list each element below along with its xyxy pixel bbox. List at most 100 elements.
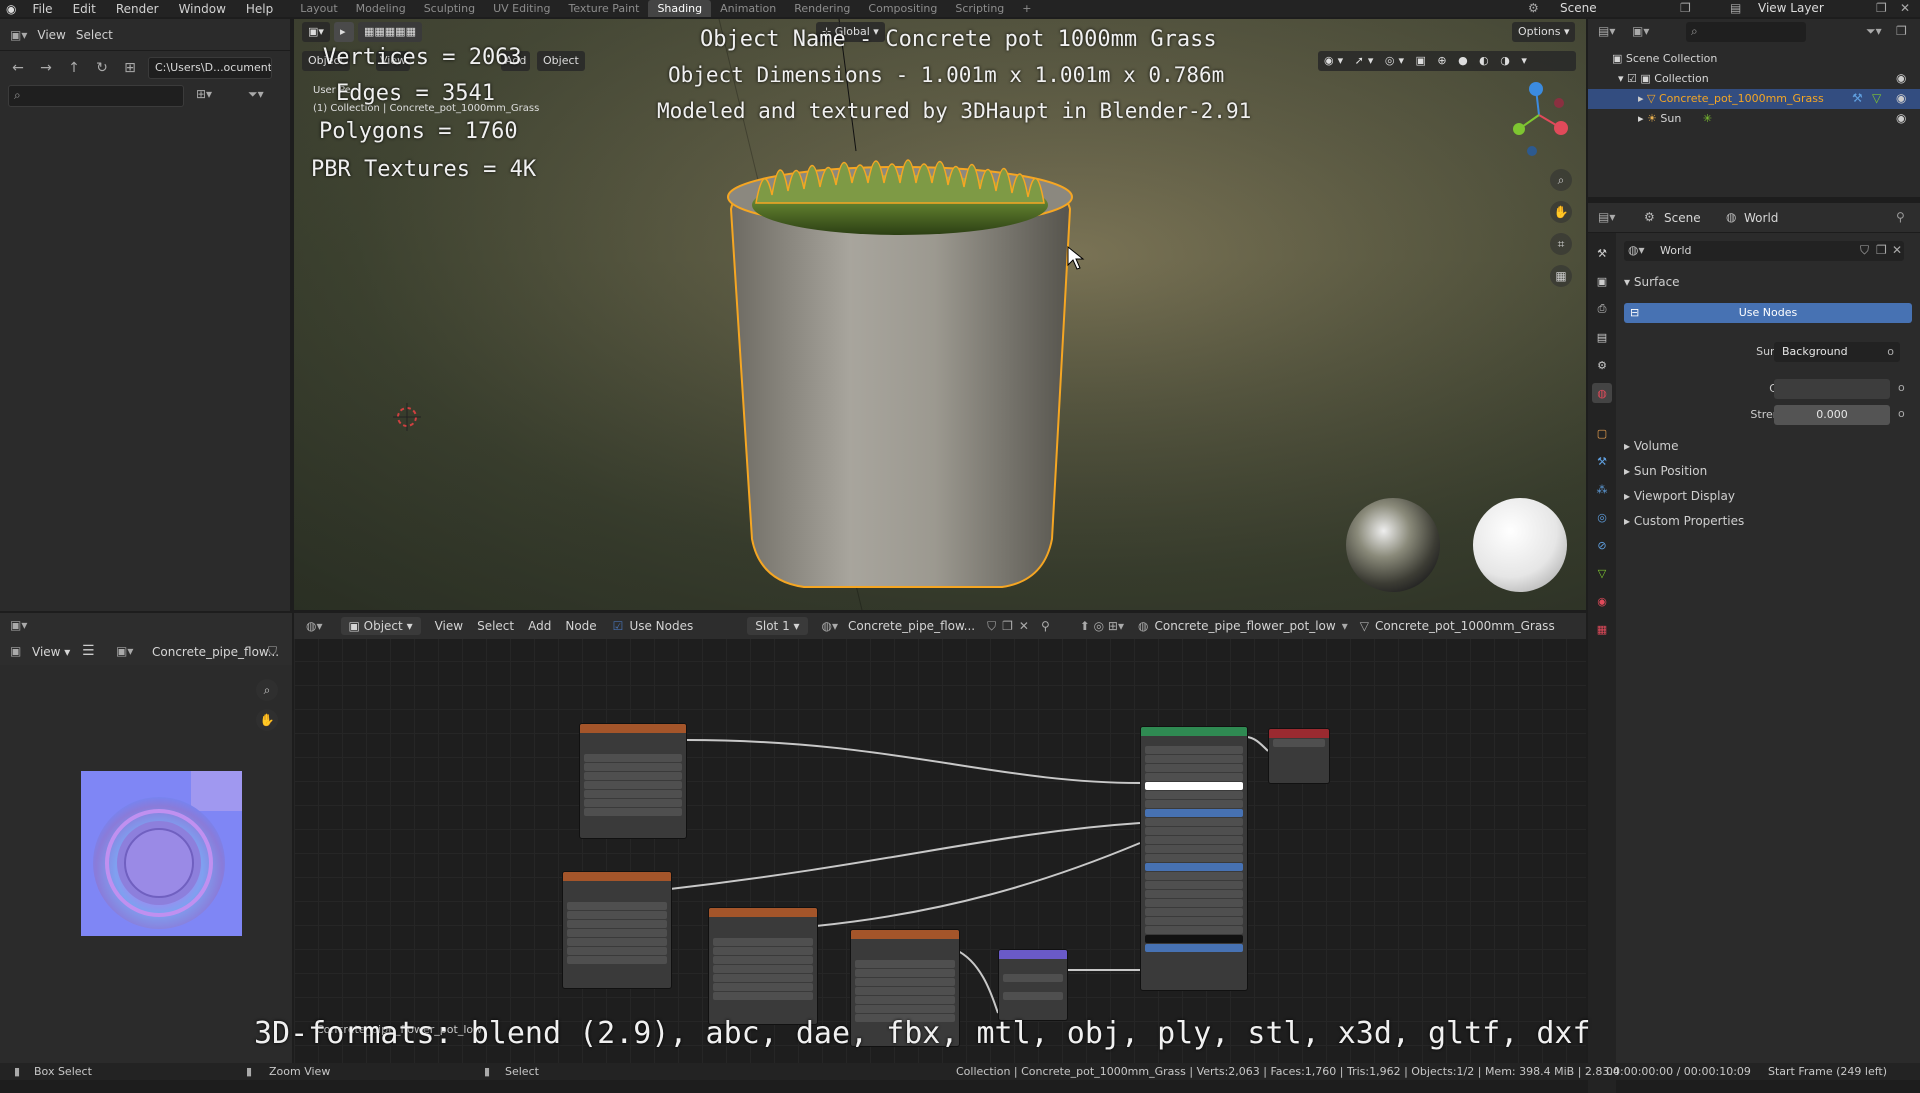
surface-shader-dropdown[interactable]: Background o [1774,342,1900,362]
tab-compositing[interactable]: Compositing [859,0,946,17]
tab-shading[interactable]: Shading [648,0,712,17]
editor-type-icon[interactable]: ▣▾ [302,22,330,42]
pot-body[interactable] [729,186,1072,588]
eye-icon[interactable]: ◉ [1896,71,1906,85]
image-browse-icon[interactable]: ▣▾ [116,644,133,658]
breadcrumb-world[interactable]: World [1744,211,1778,225]
view-layer-icon[interactable]: ▤ [1730,0,1741,17]
add-workspace-icon[interactable]: + [1013,0,1040,17]
parent-dir-icon[interactable]: ↑ [64,58,84,78]
fake-user-icon[interactable]: ⛉ [1860,243,1869,258]
principled-bsdf-node[interactable] [1140,726,1248,991]
navigation-gizmo[interactable] [1513,82,1568,156]
view-layer-tab-icon[interactable]: ▤ [1592,327,1612,347]
image-texture-node-rough[interactable] [708,907,818,1025]
editor-type-icon[interactable]: ▣▾ [10,618,27,632]
modifier-tab-icon[interactable]: ⚒ [1592,451,1612,471]
view-layer-name[interactable]: View Layer [1758,0,1824,17]
image-texture-node-color[interactable] [579,723,687,839]
tab-layout[interactable]: Layout [291,0,346,17]
scene-tab-icon[interactable]: ⚙ [1592,355,1612,375]
output-tab-icon[interactable]: ⎙ [1592,299,1612,319]
tab-sculpting[interactable]: Sculpting [415,0,484,17]
normal-map-node[interactable] [998,949,1068,1021]
viewport-display-panel-header[interactable]: ▸ Viewport Display [1624,489,1735,503]
camera-icon[interactable]: ⌗ [1550,233,1572,255]
color-link-icon[interactable]: o [1898,381,1905,394]
render-tab-icon[interactable]: ▣ [1592,271,1612,291]
outliner-search-input[interactable]: ⌕ [1686,22,1806,42]
pin-icon[interactable]: ⚲ [1896,210,1905,224]
display-mode-icon[interactable]: ▣▾ [1632,24,1649,38]
pan-hand-icon[interactable]: ✋ [256,709,278,731]
sun-position-panel-header[interactable]: ▸ Sun Position [1624,464,1707,478]
new-collection-icon[interactable]: ❐ [1896,24,1907,38]
tab-uv-editing[interactable]: UV Editing [484,0,559,17]
view-layer-close-icon[interactable]: ✕ [1900,0,1910,17]
material-tab-icon[interactable]: ◉ [1592,591,1612,611]
fb-select-menu[interactable]: Select [76,28,113,42]
refresh-icon[interactable]: ↻ [92,58,112,78]
shading-mode-buttons[interactable]: ◉▾ ➚▾ ◎▾ ▣ ⊕ ● ◐ ◑ ▾ [1318,51,1576,71]
zoom-icon[interactable]: ⌕ [1550,169,1572,191]
world-datablock-field[interactable]: ◍▾ World ⛉ ❐ ✕ [1624,241,1904,261]
custom-properties-panel-header[interactable]: ▸ Custom Properties [1624,514,1744,528]
material-output-node[interactable] [1268,728,1330,784]
eye-icon[interactable]: ◉ [1896,111,1906,125]
zoom-icon[interactable]: ⌕ [256,679,278,701]
tab-animation[interactable]: Animation [711,0,785,17]
scene-copy-icon[interactable]: ❐ [1680,0,1691,17]
view-mode-icon[interactable]: ▣ [10,644,21,658]
breadcrumb-scene[interactable]: Scene [1664,211,1701,225]
back-arrow-icon[interactable]: ← [8,58,28,78]
ortho-grid-icon[interactable]: ▦ [1550,265,1572,287]
texture-tab-icon[interactable]: ▦ [1592,619,1612,639]
outliner-collection[interactable]: ▾ ☑ ▣ Collection [1618,69,1709,89]
scene-name[interactable]: Scene [1560,0,1597,17]
use-nodes-button[interactable]: ⊟ Use Nodes [1624,303,1912,323]
editor-type-icon[interactable]: ▤▾ [1598,210,1615,224]
menu-help[interactable]: Help [236,2,283,16]
eye-icon[interactable]: ◉ [1896,91,1906,105]
view-layer-copy-icon[interactable]: ❐ [1876,0,1887,17]
image-name-field[interactable]: Concrete_pipe_flow... [152,645,279,659]
menu-window[interactable]: Window [169,2,236,16]
constraints-tab-icon[interactable]: ⊘ [1592,535,1612,555]
tab-modeling[interactable]: Modeling [347,0,415,17]
scene-icon[interactable]: ⚙ [1528,0,1539,17]
pan-hand-icon[interactable]: ✋ [1550,201,1572,223]
forward-arrow-icon[interactable]: → [36,58,56,78]
select-tool-icon[interactable]: ▸ [334,22,354,42]
tool-tab-icon[interactable]: ⚒ [1592,243,1612,263]
outliner-object-row[interactable]: ▸ ▽ Concrete_pot_1000mm_Grass [1588,89,1920,109]
physics-tab-icon[interactable]: ◎ [1592,507,1612,527]
duplicate-icon[interactable]: ❐ [1876,243,1887,257]
strength-link-icon[interactable]: o [1898,407,1905,420]
options-dropdown[interactable]: Options ▾ [1512,22,1576,42]
mesh-data-icon[interactable]: ▽ [1872,91,1881,105]
filter-icon[interactable]: ⏷▾ [1866,24,1882,39]
editor-type-icon[interactable]: ▣▾ [10,28,27,42]
fb-view-menu[interactable]: View [37,28,65,42]
image-texture-node-metal[interactable] [562,871,672,989]
unlink-icon[interactable]: ✕ [1892,243,1902,257]
outliner-sun[interactable]: ▸ ☀ Sun ✳ [1638,109,1712,129]
path-field[interactable]: C:\Users\D...ocuments\ [148,57,272,79]
volume-panel-header[interactable]: ▸ Volume [1624,439,1678,453]
data-tab-icon[interactable]: ▽ [1592,563,1612,583]
world-tab-icon[interactable]: ◍ [1592,383,1612,403]
shader-node-editor[interactable]: ◍▾ ▣ Object ▾ View Select Add Node ☑ Use… [294,613,1586,1063]
filter-icon[interactable]: ⏷▾ [248,87,264,102]
editor-type-icon[interactable]: ▤▾ [1598,24,1615,38]
ie-view-menu[interactable]: View ▾ [32,645,70,659]
particles-tab-icon[interactable]: ⁂ [1592,479,1612,499]
tab-scripting[interactable]: Scripting [946,0,1013,17]
strength-field[interactable]: 0.000 [1774,405,1890,425]
color-swatch[interactable] [1774,379,1890,399]
outliner-scene-collection[interactable]: ▣ Scene Collection [1612,49,1717,69]
fake-user-icon[interactable]: ⛉ [268,644,277,659]
modifier-icon[interactable]: ⚒ [1852,91,1863,105]
menu-edit[interactable]: Edit [63,2,106,16]
fb-search-input[interactable]: ⌕ [8,85,184,107]
blender-logo-icon[interactable]: ◉ [0,2,22,16]
